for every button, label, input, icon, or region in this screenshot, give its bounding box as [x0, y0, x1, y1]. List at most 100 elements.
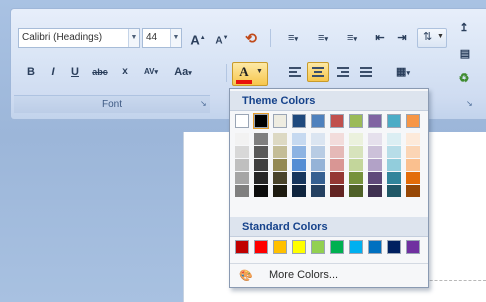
color-swatch-aqua-shade[interactable]	[387, 185, 401, 197]
color-swatch-white-shade[interactable]	[235, 133, 249, 145]
color-swatch-purple-shade[interactable]	[368, 146, 382, 158]
color-swatch-red-shade[interactable]	[330, 146, 344, 158]
more-colors-item[interactable]: 🎨 More Colors...	[230, 263, 428, 287]
color-swatch-tan-shade[interactable]	[273, 133, 287, 145]
underline-button[interactable]: U	[66, 62, 84, 82]
color-swatch-green-shade[interactable]	[349, 133, 363, 145]
color-swatch-white-shade[interactable]	[235, 185, 249, 197]
standard-color-swatch[interactable]	[254, 240, 268, 254]
color-swatch-black-shade[interactable]	[254, 159, 268, 171]
text-direction-button[interactable]: ↥	[452, 18, 476, 38]
color-swatch-red[interactable]	[330, 114, 344, 128]
color-swatch-white-shade[interactable]	[235, 146, 249, 158]
chevron-down-icon[interactable]: ▼	[437, 33, 444, 40]
chevron-down-icon[interactable]: ▼	[170, 29, 181, 47]
line-spacing-button[interactable]: ⇅ ▼	[417, 28, 447, 48]
color-swatch-white-shade[interactable]	[235, 159, 249, 171]
color-swatch-orange-shade[interactable]	[406, 159, 420, 171]
color-swatch-blue-shade[interactable]	[311, 172, 325, 184]
color-swatch-red-shade[interactable]	[330, 133, 344, 145]
color-swatch-dark-blue-shade[interactable]	[292, 146, 306, 158]
decrease-indent-button[interactable]: ⇤	[370, 28, 390, 48]
character-spacing-button[interactable]: AV▾	[137, 62, 165, 82]
color-swatch-black-shade[interactable]	[254, 185, 268, 197]
bullets-button[interactable]: ≡▾	[280, 28, 306, 48]
color-swatch-purple-shade[interactable]	[368, 133, 382, 145]
color-swatch-black-shade[interactable]	[254, 146, 268, 158]
dialog-launcher-icon[interactable]: ↘	[466, 99, 473, 108]
font-name-dropdown[interactable]: Calibri (Headings) ▼	[18, 28, 140, 48]
color-swatch-white-shade[interactable]	[235, 172, 249, 184]
color-swatch-tan-shade[interactable]	[273, 172, 287, 184]
color-swatch-green-shade[interactable]	[349, 146, 363, 158]
columns-button[interactable]: ▦▾	[388, 62, 418, 82]
color-swatch-aqua-shade[interactable]	[387, 146, 401, 158]
color-swatch-white[interactable]	[235, 114, 249, 128]
color-swatch-purple-shade[interactable]	[368, 172, 382, 184]
standard-color-swatch[interactable]	[235, 240, 249, 254]
color-swatch-orange-shade[interactable]	[406, 133, 420, 145]
color-swatch-green[interactable]	[349, 114, 363, 128]
font-color-button[interactable]: A ▼	[232, 62, 268, 86]
align-right-button[interactable]	[332, 62, 352, 82]
color-swatch-tan[interactable]	[273, 114, 287, 128]
grow-font-button[interactable]: A▲	[188, 28, 208, 48]
justify-button[interactable]	[355, 62, 375, 82]
color-swatch-tan-shade[interactable]	[273, 185, 287, 197]
color-swatch-orange[interactable]	[406, 114, 420, 128]
font-size-dropdown[interactable]: 44 ▼	[142, 28, 182, 48]
color-swatch-dark-blue-shade[interactable]	[292, 133, 306, 145]
color-swatch-blue[interactable]	[311, 114, 325, 128]
dialog-launcher-icon[interactable]: ↘	[200, 99, 207, 108]
standard-color-swatch[interactable]	[406, 240, 420, 254]
color-swatch-aqua-shade[interactable]	[387, 159, 401, 171]
color-swatch-aqua[interactable]	[387, 114, 401, 128]
color-swatch-orange-shade[interactable]	[406, 146, 420, 158]
change-case-button[interactable]: Aa▾	[168, 62, 198, 82]
color-swatch-blue-shade[interactable]	[311, 146, 325, 158]
color-swatch-dark-blue-shade[interactable]	[292, 185, 306, 197]
strikethrough-button[interactable]: abc	[88, 62, 112, 82]
clear-formatting-button[interactable]: ⟲	[240, 28, 262, 48]
standard-color-swatch[interactable]	[368, 240, 382, 254]
align-center-button[interactable]	[307, 62, 329, 82]
chevron-down-icon[interactable]: ▼	[128, 29, 139, 47]
align-left-button[interactable]	[284, 62, 304, 82]
shadow-button[interactable]: x	[116, 62, 134, 82]
color-swatch-green-shade[interactable]	[349, 185, 363, 197]
align-text-button[interactable]: ▤	[454, 44, 476, 64]
chevron-down-icon[interactable]: ▼	[256, 68, 263, 75]
color-swatch-orange-shade[interactable]	[406, 172, 420, 184]
color-swatch-purple[interactable]	[368, 114, 382, 128]
shrink-font-button[interactable]: A▼	[212, 28, 232, 48]
italic-button[interactable]: I	[44, 62, 62, 82]
color-swatch-dark-blue-shade[interactable]	[292, 159, 306, 171]
standard-color-swatch[interactable]	[349, 240, 363, 254]
standard-color-swatch[interactable]	[311, 240, 325, 254]
color-swatch-purple-shade[interactable]	[368, 159, 382, 171]
color-swatch-green-shade[interactable]	[349, 159, 363, 171]
color-swatch-black-shade[interactable]	[254, 172, 268, 184]
color-swatch-red-shade[interactable]	[330, 159, 344, 171]
color-swatch-blue-shade[interactable]	[311, 159, 325, 171]
multilevel-list-button[interactable]: ≡▾	[340, 28, 364, 48]
bold-button[interactable]: B	[22, 62, 40, 82]
color-swatch-tan-shade[interactable]	[273, 146, 287, 158]
standard-color-swatch[interactable]	[273, 240, 287, 254]
color-swatch-red-shade[interactable]	[330, 172, 344, 184]
color-swatch-purple-shade[interactable]	[368, 185, 382, 197]
color-swatch-dark-blue[interactable]	[292, 114, 306, 128]
numbering-button[interactable]: ≡▾	[310, 28, 336, 48]
standard-color-swatch[interactable]	[292, 240, 306, 254]
standard-color-swatch[interactable]	[330, 240, 344, 254]
color-swatch-red-shade[interactable]	[330, 185, 344, 197]
color-swatch-black-shade[interactable]	[254, 133, 268, 145]
standard-color-swatch[interactable]	[387, 240, 401, 254]
color-swatch-dark-blue-shade[interactable]	[292, 172, 306, 184]
color-swatch-green-shade[interactable]	[349, 172, 363, 184]
color-swatch-aqua-shade[interactable]	[387, 133, 401, 145]
increase-indent-button[interactable]: ⇥	[392, 28, 412, 48]
color-swatch-blue-shade[interactable]	[311, 133, 325, 145]
color-swatch-aqua-shade[interactable]	[387, 172, 401, 184]
smartart-button[interactable]: ♻	[452, 68, 476, 88]
